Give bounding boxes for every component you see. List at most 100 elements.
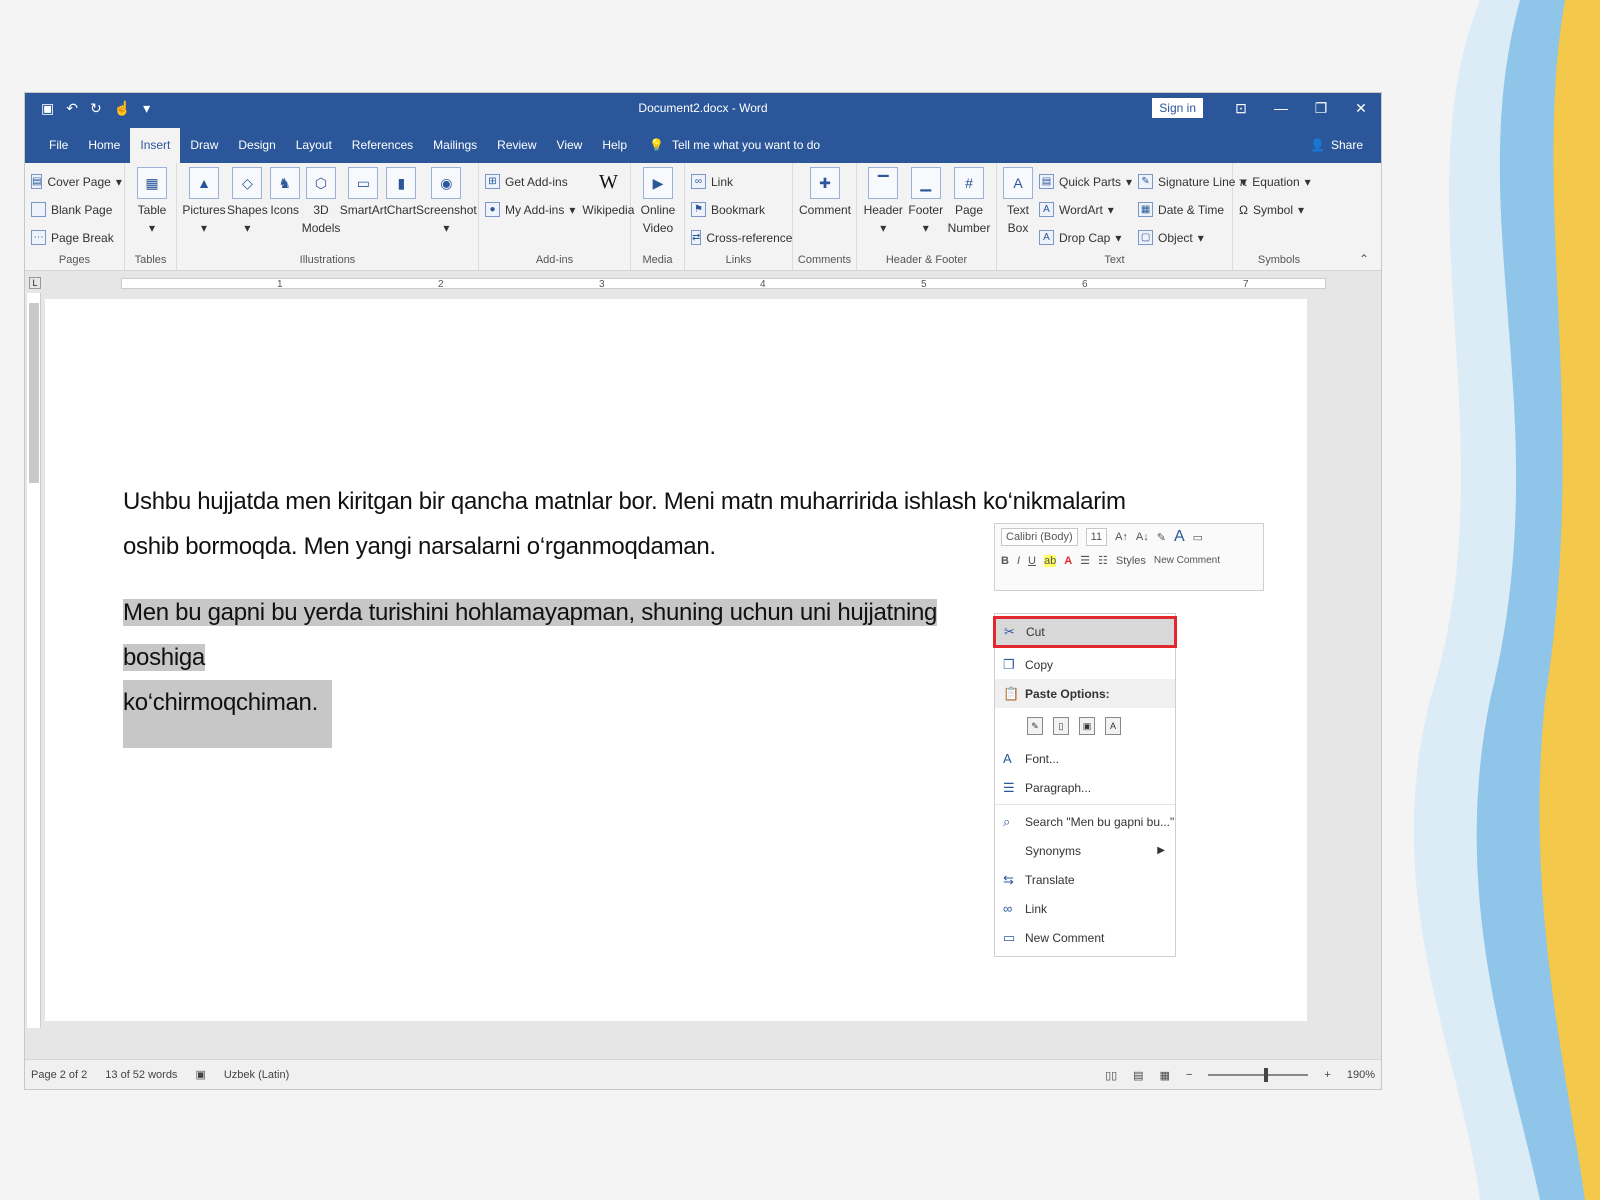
zoom-in-icon[interactable]: + bbox=[1324, 1069, 1330, 1081]
customize-qat-icon[interactable]: ▾ bbox=[143, 100, 150, 117]
page-break-button[interactable]: ⋯ Page Break bbox=[31, 227, 118, 248]
link-button[interactable]: ∞ Link bbox=[691, 171, 786, 192]
cover-page-button[interactable]: ▤ Cover Page ▾ bbox=[31, 171, 122, 192]
underline-icon[interactable]: U bbox=[1028, 555, 1036, 567]
3d-models-button[interactable]: ⬡ 3D Models bbox=[302, 167, 340, 237]
share-button[interactable]: 👤 Share bbox=[1310, 138, 1363, 152]
sign-in-button[interactable]: Sign in bbox=[1152, 98, 1203, 118]
symbol-button[interactable]: Ω Symbol ▾ bbox=[1239, 199, 1319, 220]
tab-view[interactable]: View bbox=[547, 138, 593, 163]
ruler-bar[interactable]: 1 2 3 4 5 6 7 bbox=[121, 278, 1326, 290]
object-button[interactable]: ▢ Object ▾ bbox=[1138, 227, 1246, 248]
tab-mailings[interactable]: Mailings bbox=[423, 138, 487, 163]
screenshot-button[interactable]: ◉ Screenshot ▾ bbox=[416, 167, 477, 237]
quick-parts-button[interactable]: ▤ Quick Parts ▾ bbox=[1039, 171, 1132, 192]
tab-draw[interactable]: Draw bbox=[180, 138, 228, 163]
minimize-icon[interactable]: — bbox=[1261, 100, 1301, 116]
wordart-button[interactable]: A WordArt ▾ bbox=[1039, 199, 1132, 220]
close-icon[interactable]: ✕ bbox=[1341, 100, 1381, 117]
ribbon-display-icon[interactable]: ⊡ bbox=[1221, 100, 1261, 117]
word-count[interactable]: 13 of 52 words bbox=[105, 1069, 177, 1081]
keep-source-formatting-icon[interactable]: ✎ bbox=[1027, 717, 1043, 735]
print-layout-icon[interactable]: ▤ bbox=[1133, 1069, 1143, 1082]
menu-item-synonyms[interactable]: Synonyms ▶ bbox=[995, 836, 1175, 865]
get-addins-button[interactable]: ⊞ Get Add-ins bbox=[485, 171, 575, 192]
menu-item-cut[interactable]: ✂ Cut bbox=[993, 616, 1177, 648]
tab-layout[interactable]: Layout bbox=[286, 138, 342, 163]
bold-icon[interactable]: B bbox=[1001, 555, 1009, 567]
selected-text-line-1[interactable]: Men bu gapni bu yerda turishini hohlamay… bbox=[123, 599, 937, 671]
wikipedia-button[interactable]: W Wikipedia bbox=[582, 167, 634, 220]
tab-references[interactable]: References bbox=[342, 138, 423, 163]
zoom-slider[interactable] bbox=[1208, 1068, 1309, 1082]
shapes-button[interactable]: ◇ Shapes ▾ bbox=[227, 167, 268, 237]
font-color-icon[interactable]: A bbox=[1064, 555, 1072, 567]
font-name-dropdown[interactable]: Calibri (Body) bbox=[1001, 528, 1078, 546]
merge-formatting-icon[interactable]: ▯ bbox=[1053, 717, 1069, 735]
tab-home[interactable]: Home bbox=[78, 138, 130, 163]
undo-icon[interactable]: ↶ bbox=[66, 100, 78, 117]
tab-selector-icon[interactable]: L bbox=[29, 277, 41, 289]
menu-item-paragraph[interactable]: ☰ Paragraph... bbox=[995, 773, 1175, 802]
icons-button[interactable]: ♞ Icons bbox=[269, 167, 300, 219]
paragraph-2-selected[interactable]: Men bu gapni bu yerda turishini hohlamay… bbox=[123, 590, 1003, 748]
footer-button[interactable]: ▁ Footer ▾ bbox=[906, 167, 947, 237]
smartart-button[interactable]: ▭ SmartArt bbox=[340, 167, 387, 219]
proofing-icon[interactable]: ▣ bbox=[195, 1068, 205, 1081]
page-number-button[interactable]: # Page Number bbox=[948, 167, 990, 237]
signature-line-button[interactable]: ✎ Signature Line ▾ bbox=[1138, 171, 1246, 192]
shrink-font-icon[interactable]: A↓ bbox=[1136, 531, 1149, 543]
table-button[interactable]: ▦ Table ▾ bbox=[131, 167, 173, 237]
header-button[interactable]: ▔ Header ▾ bbox=[863, 167, 904, 237]
bullets-icon[interactable]: ☰ bbox=[1080, 554, 1090, 567]
menu-item-font[interactable]: A Font... bbox=[995, 744, 1175, 773]
save-icon[interactable]: ▣ bbox=[41, 100, 54, 117]
comment-button[interactable]: ✚ Comment bbox=[799, 167, 851, 219]
keep-text-only-icon[interactable]: A bbox=[1105, 717, 1121, 735]
language-indicator[interactable]: Uzbek (Latin) bbox=[224, 1069, 289, 1081]
restore-icon[interactable]: ❐ bbox=[1301, 100, 1341, 117]
new-comment-label[interactable]: New Comment bbox=[1154, 555, 1220, 566]
tab-review[interactable]: Review bbox=[487, 138, 546, 163]
drop-cap-button[interactable]: A Drop Cap ▾ bbox=[1039, 227, 1132, 248]
cross-reference-button[interactable]: ⇄ Cross-reference bbox=[691, 227, 792, 248]
italic-icon[interactable]: I bbox=[1017, 555, 1020, 567]
font-size-dropdown[interactable]: 11 bbox=[1085, 528, 1108, 546]
my-addins-button[interactable]: ● My Add-ins ▾ bbox=[485, 199, 575, 220]
collapse-ribbon-icon[interactable]: ⌃ bbox=[1359, 252, 1369, 266]
tab-file[interactable]: File bbox=[39, 138, 78, 163]
page-count[interactable]: Page 2 of 2 bbox=[31, 1069, 87, 1081]
tab-insert[interactable]: Insert bbox=[130, 128, 181, 163]
zoom-out-icon[interactable]: − bbox=[1186, 1069, 1192, 1081]
menu-item-search[interactable]: ⌕ Search "Men bu gapni bu..." bbox=[995, 807, 1175, 836]
tell-me-search[interactable]: 💡 Tell me what you want to do bbox=[637, 138, 830, 163]
online-video-button[interactable]: ▶ Online Video bbox=[637, 167, 679, 237]
styles-button[interactable]: Styles bbox=[1116, 555, 1146, 567]
grow-font-icon[interactable]: A↑ bbox=[1115, 531, 1128, 543]
new-comment-icon[interactable]: ▭ bbox=[1193, 531, 1203, 544]
tab-design[interactable]: Design bbox=[228, 138, 285, 163]
numbering-icon[interactable]: ☷ bbox=[1098, 554, 1108, 567]
format-painter-icon[interactable]: ✎ bbox=[1157, 531, 1166, 544]
equation-button[interactable]: π Equation ▾ bbox=[1239, 171, 1319, 192]
zoom-level[interactable]: 190% bbox=[1347, 1069, 1375, 1081]
menu-item-translate[interactable]: ⇆ Translate bbox=[995, 865, 1175, 894]
highlight-icon[interactable]: ab bbox=[1043, 554, 1057, 567]
paste-picture-icon[interactable]: ▣ bbox=[1079, 717, 1095, 735]
tab-help[interactable]: Help bbox=[592, 138, 637, 163]
redo-icon[interactable]: ↻ bbox=[90, 100, 102, 117]
menu-item-link[interactable]: ∞ Link bbox=[995, 894, 1175, 923]
blank-page-button[interactable]: Blank Page bbox=[31, 199, 118, 220]
pictures-button[interactable]: ▲ Pictures ▾ bbox=[182, 167, 226, 237]
text-box-button[interactable]: A Text Box bbox=[1003, 167, 1033, 248]
zoom-slider-knob[interactable] bbox=[1264, 1068, 1269, 1082]
web-layout-icon[interactable]: ▦ bbox=[1160, 1069, 1170, 1082]
read-mode-icon[interactable]: ▯▯ bbox=[1105, 1069, 1117, 1082]
text-effects-icon[interactable]: A bbox=[1174, 528, 1185, 546]
menu-item-new-comment[interactable]: ▭ New Comment bbox=[995, 923, 1175, 952]
selected-text-line-2[interactable]: ko‘chirmoqchiman. bbox=[123, 680, 332, 748]
touch-mode-icon[interactable]: ☝ bbox=[114, 100, 131, 117]
menu-item-copy[interactable]: ❐ Copy bbox=[995, 650, 1175, 679]
date-time-button[interactable]: ▦ Date & Time bbox=[1138, 199, 1246, 220]
chart-button[interactable]: ▮ Chart bbox=[386, 167, 417, 219]
